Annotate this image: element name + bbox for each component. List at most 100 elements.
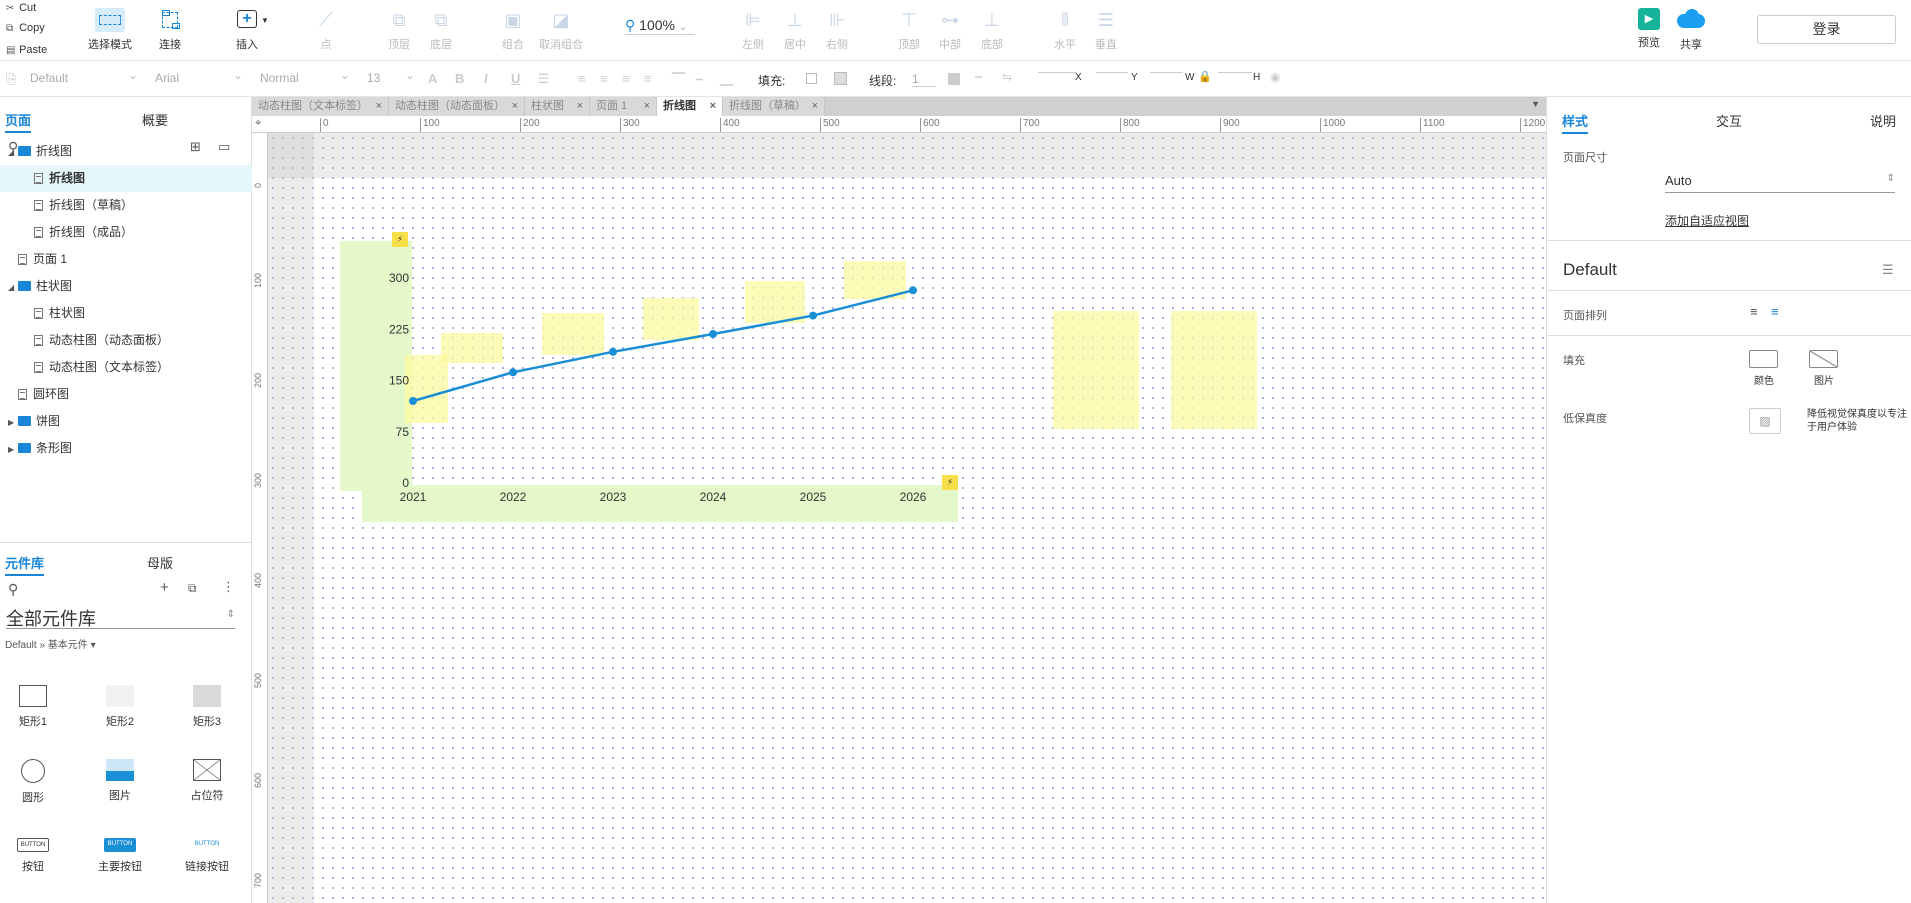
tab-2[interactable]: 柱状图 × [525, 97, 590, 116]
visibility-eye-icon[interactable]: ◉ [1270, 70, 1280, 84]
cut-button[interactable]: ✂ Cut [6, 2, 36, 14]
library-item[interactable]: 矩形1 [3, 685, 63, 729]
style-manage-icon[interactable]: ☰ [1882, 262, 1894, 278]
arrow-style-icon[interactable]: ⇋ [1002, 70, 1012, 84]
ungroup-button[interactable]: ◪ 取消组合 [536, 8, 586, 52]
page-tree-item[interactable]: 动态柱图（文本标签） [0, 354, 252, 381]
font-size-select[interactable]: 13 [367, 68, 415, 85]
caret-right-icon[interactable]: ▶ [8, 436, 18, 463]
stroke-pattern-icon[interactable]: ┅ [975, 70, 982, 84]
align-right-button[interactable]: ⊪ 右侧 [812, 8, 862, 52]
low-fidelity-toggle[interactable]: ▨ [1749, 408, 1781, 434]
fill-color-button[interactable] [1749, 350, 1778, 368]
lock-icon[interactable]: 🔒 [1198, 70, 1212, 83]
italic-icon[interactable]: I [484, 71, 488, 86]
add-library-icon[interactable]: + [160, 579, 169, 596]
underline-icon[interactable]: U [511, 71, 520, 86]
tab-3[interactable]: 页面 1 × [590, 97, 657, 116]
tab-0[interactable]: 动态柱图（文本标签） × [252, 97, 389, 116]
close-icon[interactable]: × [376, 97, 382, 116]
tab-library[interactable]: 元件库 [5, 553, 45, 576]
select-mode-button[interactable]: 选择模式 [83, 8, 137, 52]
group-button[interactable]: ▣ 组合 [488, 8, 538, 52]
font-color-icon[interactable]: A [428, 71, 437, 86]
data-point[interactable] [809, 311, 817, 320]
page-tree-item[interactable]: 柱状图 [0, 300, 252, 327]
close-icon[interactable]: × [512, 97, 518, 116]
data-point[interactable] [509, 368, 517, 377]
caret-down-icon[interactable]: ◢ [8, 274, 18, 301]
close-icon[interactable]: × [710, 97, 716, 116]
y-input[interactable] [1096, 72, 1128, 73]
more-options-icon[interactable]: ⋮ [222, 579, 235, 595]
w-input[interactable] [1150, 72, 1183, 73]
fill-image-button[interactable] [1809, 350, 1838, 368]
page-tree-item[interactable]: ◢ 柱状图 [0, 273, 252, 300]
close-icon[interactable]: × [812, 97, 818, 116]
bold-icon[interactable]: B [455, 71, 464, 86]
tab-5[interactable]: 折线图（草稿） × [723, 97, 825, 116]
style-select[interactable]: Default [30, 68, 138, 85]
page-tree-item[interactable]: 动态柱图（动态面板） [0, 327, 252, 354]
copy-library-icon[interactable]: ⧉ [188, 581, 197, 596]
close-icon[interactable]: × [577, 97, 583, 116]
share-button[interactable]: 共享 [1666, 8, 1716, 52]
data-point[interactable] [609, 347, 617, 356]
library-item[interactable]: 图片 [90, 759, 150, 803]
tab-style[interactable]: 样式 [1562, 111, 1589, 134]
page-tree-item[interactable]: 页面 1 [0, 246, 252, 273]
page-tree-item[interactable]: ▶ 条形图 [0, 435, 252, 462]
copy-button[interactable]: ⧉ Copy [6, 22, 45, 34]
tab-outline[interactable]: 概要 [142, 110, 168, 129]
x-input[interactable] [1038, 72, 1076, 73]
point-button[interactable]: ⟋ 点 [301, 8, 351, 52]
data-point[interactable] [409, 397, 417, 405]
page-size-select[interactable]: Auto ⇕ [1665, 173, 1895, 193]
fill-color-swatch[interactable] [806, 73, 817, 84]
data-point[interactable] [909, 286, 917, 295]
valign-top-icon[interactable]: ⎺ [672, 71, 685, 87]
page-tree-item[interactable]: 折线图（草稿） [0, 192, 252, 219]
data-point[interactable] [709, 330, 717, 339]
valign-middle-icon[interactable]: ⎯ [696, 71, 703, 87]
page-tree-item[interactable]: ◢ 折线图 [0, 138, 252, 165]
text-align-left-icon[interactable]: ≡ [578, 71, 586, 86]
library-item[interactable]: BUTTON 链接按钮 [177, 833, 237, 874]
add-adaptive-view-link[interactable]: 添加自适应视图 [1665, 212, 1749, 229]
login-button[interactable]: 登录 [1757, 15, 1896, 44]
align-left-page-icon[interactable]: ≡ [1750, 304, 1758, 319]
insert-button[interactable]: + ▼ 插入 [222, 8, 272, 52]
library-item[interactable]: BUTTON 按钮 [3, 833, 63, 874]
page-tree-item[interactable]: 圆环图 [0, 381, 252, 408]
text-align-right-icon[interactable]: ≡ [622, 71, 630, 86]
library-item[interactable]: BUTTON 主要按钮 [90, 833, 150, 874]
distribute-v-button[interactable]: ☰ 垂直 [1081, 8, 1131, 52]
weight-select[interactable]: Normal [260, 68, 350, 85]
send-bottom-button[interactable]: ⧉ 底层 [416, 8, 466, 52]
page-tree-item[interactable]: 折线图（成品） [0, 219, 252, 246]
paste-button[interactable]: ▤ Paste [6, 44, 47, 56]
tab-4[interactable]: 折线图 × [657, 97, 723, 116]
caret-down-icon[interactable]: ◢ [8, 139, 18, 166]
design-canvas[interactable]: ⚡ ⚡ 300 225 150 75 0 2021 2022 2023 2024 2025 202… [268, 133, 1546, 903]
list-icon[interactable]: ☰ [538, 71, 550, 87]
zoom-select[interactable]: ⚲ 100% ⌄ [625, 17, 695, 35]
stroke-color-swatch[interactable] [948, 73, 960, 85]
align-center-page-icon[interactable]: ≡ [1771, 304, 1779, 319]
page-tree-item[interactable]: 折线图 [0, 165, 252, 192]
tab-masters[interactable]: 母版 [147, 553, 173, 572]
crosshair-icon[interactable]: ⌖ [255, 117, 261, 130]
align-bottom-button[interactable]: ⊥ 底部 [967, 8, 1017, 52]
tab-pages[interactable]: 页面 [5, 110, 32, 133]
text-justify-icon[interactable]: ≡ [644, 71, 652, 86]
library-select[interactable]: 全部元件库 ⇕ [6, 605, 235, 629]
tabs-dropdown-icon[interactable]: ▼ [1531, 99, 1540, 109]
tab-notes[interactable]: 说明 [1870, 111, 1896, 130]
library-item[interactable]: 占位符 [177, 759, 237, 803]
library-path[interactable]: Default » 基本元件 ▾ [5, 636, 96, 651]
h-input[interactable] [1218, 72, 1252, 73]
valign-bottom-icon[interactable]: ⎽ [720, 71, 733, 87]
page-tree-item[interactable]: ▶ 饼图 [0, 408, 252, 435]
fill-image-icon[interactable] [834, 72, 847, 85]
caret-right-icon[interactable]: ▶ [8, 409, 18, 436]
